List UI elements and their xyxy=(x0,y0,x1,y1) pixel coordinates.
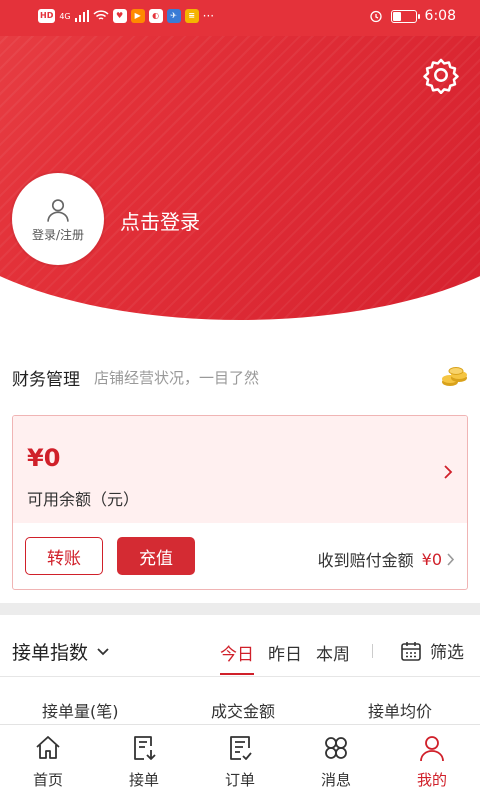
nav-item-home[interactable]: 首页 xyxy=(0,725,96,800)
more-notifications-icon: ··· xyxy=(202,9,215,23)
status-bar: HD 4G ♥ ▶ ◐ ✈ ≡ ··· 6:08 xyxy=(0,0,480,36)
period-tabs: 今日 昨日 本周 xyxy=(220,640,350,675)
nav-label-messages: 消息 xyxy=(320,771,351,789)
status-left: HD 4G ♥ ▶ ◐ ✈ ≡ ··· xyxy=(38,9,214,23)
login-link[interactable]: 点击登录 xyxy=(120,206,200,235)
finance-subtitle: 店铺经营状况，一目了然 xyxy=(94,368,260,387)
chevron-right-icon xyxy=(444,465,453,479)
nav-label-orders: 订单 xyxy=(224,771,255,789)
clock: 6:08 xyxy=(424,8,456,24)
tab-yesterday[interactable]: 昨日 xyxy=(268,640,302,671)
home-icon xyxy=(36,736,60,759)
app-notify-icon: ♥ xyxy=(112,9,127,23)
nav-label-receive-order: 接单 xyxy=(128,771,159,789)
balance-actions: 转账 充值 收到赔付金额 ¥0 xyxy=(13,523,467,589)
order-list-icon xyxy=(230,736,252,760)
nav-item-profile[interactable]: 我的 xyxy=(384,725,480,800)
nav-item-orders[interactable]: 订单 xyxy=(192,725,288,800)
finance-title: 财务管理 xyxy=(12,369,80,390)
browser-app-icon: ◐ xyxy=(148,9,163,23)
signal-label: 4G xyxy=(59,11,71,21)
balance-amount: ¥0 xyxy=(27,444,61,472)
bottom-nav: 首页 接单 订单 消息 我的 xyxy=(0,724,480,800)
alarm-icon xyxy=(369,10,382,23)
gear-icon xyxy=(423,58,459,95)
recharge-button[interactable]: 充值 xyxy=(117,537,195,575)
stat-avg-price-label: 接单均价 xyxy=(368,702,433,721)
nav-item-receive-order[interactable]: 接单 xyxy=(96,725,192,800)
stat-deal-amount-label: 成交金额 xyxy=(211,702,276,721)
filter-button[interactable]: 筛选 xyxy=(400,638,464,663)
tab-today[interactable]: 今日 xyxy=(220,640,254,675)
index-dropdown[interactable]: 接单指数 xyxy=(12,638,110,665)
chevron-right-icon xyxy=(447,552,455,566)
balance-card: ¥0 可用余额（元） 转账 充值 收到赔付金额 ¥0 xyxy=(12,415,468,590)
calendar-icon xyxy=(401,641,421,661)
filter-label: 筛选 xyxy=(430,643,464,663)
coins-icon xyxy=(442,367,467,386)
tab-this-week[interactable]: 本周 xyxy=(316,640,350,671)
hd-badge: HD xyxy=(38,9,56,23)
stats-header: 接单量(笔) 成交金额 接单均价 xyxy=(0,698,480,724)
profile-header: 登录/注册 点击登录 xyxy=(0,0,480,330)
compensation-label: 收到赔付金额 xyxy=(317,551,414,570)
notes-app-icon: ≡ xyxy=(184,9,199,23)
chevron-down-icon xyxy=(97,647,109,655)
index-divider xyxy=(0,676,480,677)
compensation-link[interactable]: 收到赔付金额 ¥0 xyxy=(318,547,455,571)
battery-icon xyxy=(390,9,420,23)
tab-separator xyxy=(372,644,373,658)
avatar-login-button[interactable]: 登录/注册 xyxy=(12,173,104,265)
video-app-icon: ▶ xyxy=(130,9,145,23)
telegram-app-icon: ✈ xyxy=(166,9,181,23)
avatar-label: 登录/注册 xyxy=(31,227,85,242)
user-icon xyxy=(47,198,69,222)
order-index-header: 接单指数 今日 昨日 本周 筛选 xyxy=(0,630,480,675)
settings-button[interactable] xyxy=(422,56,460,95)
section-divider xyxy=(0,603,480,615)
transfer-button[interactable]: 转账 xyxy=(25,537,103,575)
nav-label-home: 首页 xyxy=(32,771,63,789)
compensation-value: ¥0 xyxy=(421,549,442,569)
header-background xyxy=(0,0,480,320)
wifi-icon xyxy=(93,10,109,20)
nav-label-profile: 我的 xyxy=(416,771,447,789)
signal-icon xyxy=(74,10,89,22)
message-icon xyxy=(325,737,347,759)
finance-section-header: 财务管理 店铺经营状况，一目了然 xyxy=(12,362,472,392)
receive-order-icon xyxy=(134,736,156,760)
status-right: 6:08 xyxy=(369,8,456,24)
balance-label: 可用余额（元） xyxy=(27,490,140,509)
profile-icon xyxy=(420,736,444,762)
stat-order-count-label: 接单量(笔) xyxy=(42,702,119,721)
nav-item-messages[interactable]: 消息 xyxy=(288,725,384,800)
balance-panel[interactable]: ¥0 可用余额（元） xyxy=(13,416,467,523)
index-title: 接单指数 xyxy=(12,642,89,664)
